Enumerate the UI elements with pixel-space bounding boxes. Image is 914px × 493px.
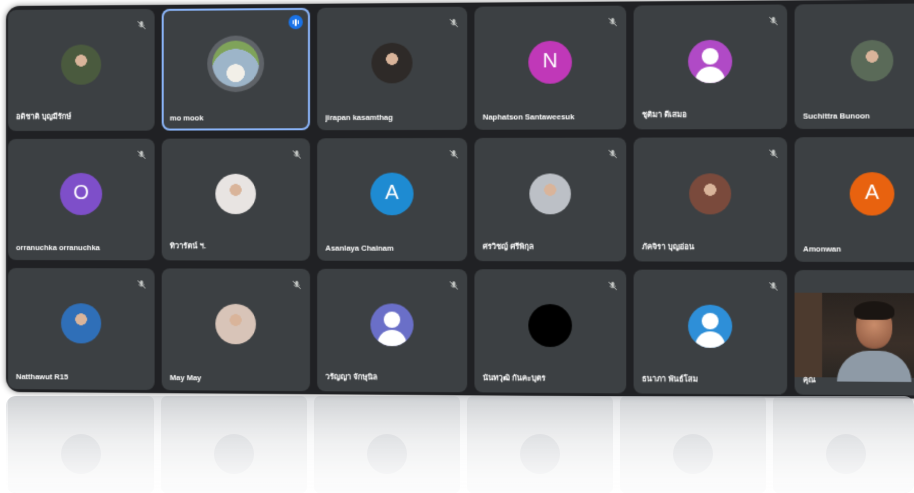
participant-tile[interactable]: Natthawut R15: [7, 268, 155, 391]
photo-avatar: [529, 172, 571, 214]
participant-name: ธนาภา พันธ์โสม: [641, 374, 698, 384]
self-camera-video: [794, 292, 914, 382]
mic-off-icon: [136, 17, 146, 30]
participant-tile[interactable]: อดิชาติ บุญมีรักษ์: [7, 8, 155, 131]
mic-off-icon: [607, 146, 617, 156]
participant-tile[interactable]: ศรวิชญ์ ศรีพิกุล: [474, 137, 627, 262]
person-icon: [688, 39, 733, 83]
participant-tile[interactable]: Suchittra Bunoon: [794, 3, 914, 129]
participant-name: May May: [169, 373, 202, 383]
mic-off-icon: [768, 278, 779, 288]
photo-avatar: [215, 303, 256, 344]
mic-off-icon: [768, 13, 779, 23]
participant-tile[interactable]: mo mook: [161, 7, 311, 131]
person-icon: [688, 304, 733, 348]
participant-tile[interactable]: คุณ: [794, 270, 914, 396]
participant-name: orranuchka orranuchka: [15, 243, 100, 253]
participant-tile[interactable]: ภัคจิรา บุญอ่อน: [633, 137, 788, 262]
participant-tile[interactable]: A Amonwan: [794, 136, 914, 263]
letter-avatar: A: [370, 172, 414, 215]
participant-tile[interactable]: นันทวุฒิ กันคะบุตร: [474, 269, 627, 394]
participant-name: วรัญญา จักษุนิล: [325, 372, 378, 382]
mic-off-icon: [449, 15, 459, 25]
participant-name: คุณ: [803, 375, 816, 385]
participant-tile[interactable]: วรัญญา จักษุนิล: [317, 268, 468, 393]
letter-avatar: A: [849, 171, 895, 216]
participant-tile[interactable]: N Naphatson Santaweesuk: [474, 5, 627, 130]
reflection-fade: [6, 396, 914, 493]
dark-avatar: [528, 303, 572, 347]
participant-tile[interactable]: A Asanlaya Chainam: [317, 137, 468, 262]
participant-name: อดิชาติ บุญมีรักษ์: [15, 111, 72, 121]
participant-tile[interactable]: ธนาภา พันธ์โสม: [633, 269, 788, 395]
photo-avatar: [850, 39, 894, 81]
participant-name: jirapan kasamthag: [325, 112, 393, 123]
mic-off-icon: [136, 276, 146, 286]
letter-avatar: O: [60, 172, 103, 215]
letter-avatar: N: [528, 40, 572, 84]
participant-name: Naphatson Santaweesuk: [482, 112, 575, 122]
photo-avatar: [207, 34, 265, 92]
photo-avatar: [215, 173, 256, 214]
mic-off-icon: [292, 277, 302, 287]
participant-tile[interactable]: Oorranuchka orranuchka: [7, 138, 155, 261]
mic-off-icon: [768, 145, 779, 155]
participant-name: ศรวิชญ์ ศรีพิกุล: [482, 241, 534, 252]
meeting-stage: อดิชาติ บุญมีรักษ์ mo mook jirapan kasamth…: [0, 0, 914, 493]
photo-avatar: [689, 172, 732, 214]
participant-tile[interactable]: May May: [161, 268, 311, 392]
mic-off-icon: [136, 147, 146, 159]
participant-name: นันทวุฒิ กันคะบุตร: [482, 373, 546, 383]
participant-tile[interactable]: jirapan kasamthag: [317, 6, 468, 131]
participant-name: Suchittra Bunoon: [803, 111, 870, 121]
participant-name: Asanlaya Chainam: [325, 243, 394, 253]
photo-avatar: [61, 302, 102, 344]
mic-off-icon: [449, 146, 459, 156]
participant-name: Amonwan: [803, 244, 842, 254]
participant-grid-frame: อดิชาติ บุญมีรักษ์ mo mook jirapan kasamth…: [6, 0, 914, 399]
participant-name: Natthawut R15: [15, 372, 69, 382]
mic-off-icon: [607, 278, 617, 288]
mic-off-icon: [607, 14, 617, 24]
participant-grid: อดิชาติ บุญมีรักษ์ mo mook jirapan kasamth…: [6, 0, 914, 399]
photo-avatar: [61, 43, 102, 85]
participant-name: ทิวารัตน์ ฯ.: [169, 241, 206, 251]
mic-off-icon: [292, 146, 302, 156]
participant-name: mo mook: [169, 113, 204, 123]
person-icon: [370, 302, 414, 346]
participant-name: ชุติมา ดีเสมอ: [641, 109, 687, 120]
mic-off-icon: [449, 277, 459, 287]
photo-avatar: [371, 42, 413, 83]
grid-reflection: [6, 396, 914, 493]
participant-tile[interactable]: ชุติมา ดีเสมอ: [633, 4, 788, 130]
audio-level-icon: [288, 14, 303, 30]
participant-tile[interactable]: ทิวารัตน์ ฯ.: [161, 138, 311, 261]
participant-name: ภัคจิรา บุญอ่อน: [641, 241, 695, 252]
